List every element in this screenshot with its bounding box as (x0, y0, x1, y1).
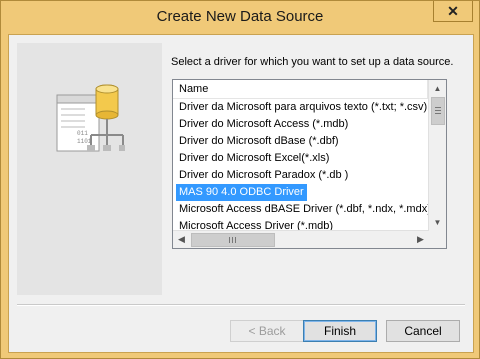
dialog-client-area: 011 1101 Select a driver for which you w… (8, 34, 474, 353)
scroll-left-arrow-icon[interactable]: ◀ (173, 231, 190, 248)
list-item[interactable]: Driver do Microsoft Paradox (*.db ) 6 (175, 167, 437, 184)
window-title: Create New Data Source (156, 8, 324, 25)
title-bar[interactable]: Create New Data Source ✕ (1, 1, 479, 34)
vertical-scrollbar[interactable]: ▲ ▼ (428, 80, 446, 231)
illustration-digits-top: 011 (77, 130, 88, 137)
list-item[interactable]: Driver da Microsoft para arquivos texto … (175, 99, 437, 116)
cancel-button[interactable]: Cancel (386, 320, 460, 342)
list-item-selected[interactable]: MAS 90 4.0 ODBC Driver 4 (175, 184, 437, 201)
back-button[interactable]: < Back (230, 320, 304, 342)
horizontal-scroll-thumb[interactable] (191, 233, 275, 247)
list-header: Name V (173, 80, 446, 99)
scroll-up-arrow-icon[interactable]: ▲ (429, 80, 446, 97)
close-icon: ✕ (447, 2, 459, 19)
driver-name: Driver do Microsoft Excel(*.xls) (179, 152, 330, 164)
driver-name: Driver do Microsoft dBase (*.dbf) (179, 135, 339, 147)
scroll-right-arrow-icon[interactable]: ▶ (412, 231, 429, 248)
instruction-text: Select a driver for which you want to se… (171, 56, 454, 68)
column-header-name[interactable]: Name (179, 83, 208, 95)
illustration-digits-bottom: 1101 (77, 138, 92, 145)
driver-name: Driver da Microsoft para arquivos texto … (179, 101, 428, 113)
finish-button[interactable]: Finish (303, 320, 377, 342)
list-item[interactable]: Driver do Microsoft dBase (*.dbf) 6 (175, 133, 437, 150)
data-source-illustration-icon: 011 1101 (56, 84, 125, 152)
button-divider (17, 304, 465, 306)
driver-name: MAS 90 4.0 ODBC Driver (176, 184, 307, 201)
scrollbar-corner (429, 231, 446, 248)
driver-name: Microsoft Access dBASE Driver (*.dbf, *.… (179, 203, 431, 215)
driver-name: Driver do Microsoft Access (*.mdb) (179, 118, 349, 130)
close-button[interactable]: ✕ (433, 1, 473, 22)
horizontal-scrollbar[interactable]: ◀ ▶ (173, 230, 429, 248)
driver-list[interactable]: Name V Driver da Microsoft para arquivos… (172, 79, 447, 249)
driver-name: Driver do Microsoft Paradox (*.db ) (179, 169, 349, 181)
scroll-down-arrow-icon[interactable]: ▼ (429, 214, 446, 231)
list-item[interactable]: Driver do Microsoft Excel(*.xls) 6 (175, 150, 437, 167)
illustration-panel: 011 1101 (17, 43, 162, 295)
list-item[interactable]: Microsoft Access dBASE Driver (*.dbf, *.… (175, 201, 437, 218)
list-item[interactable]: Driver do Microsoft Access (*.mdb) 6 (175, 116, 437, 133)
vertical-scroll-thumb[interactable] (431, 97, 445, 125)
create-new-data-source-dialog: Create New Data Source ✕ 011 1101 Select… (0, 0, 480, 359)
